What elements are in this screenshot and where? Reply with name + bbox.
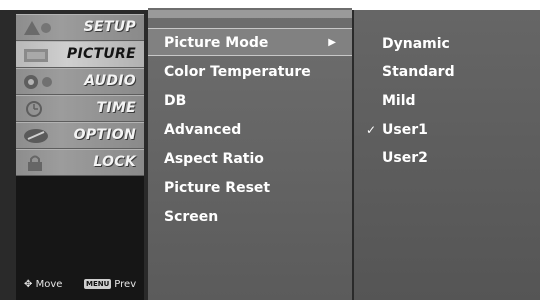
checkmark-icon: ✓ — [366, 123, 377, 137]
menu-picture-label: PICTURE — [66, 46, 136, 62]
submenu-item-advanced[interactable]: Advanced — [148, 116, 352, 144]
menu-option[interactable]: OPTION — [16, 122, 144, 149]
picture-mode-options: Dynamic Standard Mild ✓ User1 User2 — [354, 10, 540, 300]
submenu-item-label: Aspect Ratio — [164, 151, 264, 167]
submenu-item-label: Color Temperature — [164, 64, 311, 80]
move-icon: ✥ — [24, 279, 33, 290]
menu-option-label: OPTION — [73, 127, 136, 143]
submenu-item-color-temperature[interactable]: Color Temperature — [148, 58, 352, 86]
picture-icon — [24, 49, 48, 62]
clock-icon — [26, 101, 42, 117]
option-user1[interactable]: ✓ User1 — [354, 116, 540, 144]
submenu-item-picture-reset[interactable]: Picture Reset — [148, 174, 352, 202]
menu-audio[interactable]: AUDIO — [16, 68, 144, 95]
satellite-icon — [24, 21, 51, 35]
submenu-item-db[interactable]: DB — [148, 87, 352, 115]
submenu-top-bar — [148, 10, 352, 18]
prev-hint: MENU Prev — [84, 279, 136, 290]
option-label: User1 — [382, 122, 428, 138]
menu-time-label: TIME — [96, 100, 136, 116]
menu-time[interactable]: TIME — [16, 95, 144, 122]
submenu-item-picture-mode[interactable]: Picture Mode ▶ — [148, 28, 352, 56]
lock-icon — [28, 155, 42, 171]
submenu-item-screen[interactable]: Screen — [148, 203, 352, 231]
speaker-icon — [24, 75, 52, 89]
prev-label: Prev — [114, 279, 137, 290]
arrow-right-icon: ▶ — [328, 37, 336, 48]
submenu-item-label: Picture Mode — [164, 35, 269, 51]
menu-lock[interactable]: LOCK — [16, 149, 144, 176]
submenu-item-label: DB — [164, 93, 187, 109]
option-label: User2 — [382, 150, 428, 166]
submenu-item-label: Screen — [164, 209, 219, 225]
menu-setup[interactable]: SETUP — [16, 14, 144, 41]
submenu-item-label: Advanced — [164, 122, 242, 138]
navigation-hint: ✥ Move MENU Prev — [16, 278, 144, 294]
move-label: Move — [35, 279, 63, 290]
submenu-item-aspect-ratio[interactable]: Aspect Ratio — [148, 145, 352, 173]
option-standard[interactable]: Standard — [354, 58, 540, 86]
option-icon — [24, 129, 48, 143]
option-dynamic[interactable]: Dynamic — [354, 30, 540, 58]
menu-audio-label: AUDIO — [84, 73, 136, 89]
menu-setup-label: SETUP — [83, 19, 136, 35]
option-label: Mild — [382, 93, 416, 109]
submenu-item-label: Picture Reset — [164, 180, 271, 196]
menu-picture[interactable]: PICTURE — [16, 41, 144, 68]
picture-submenu: Picture Mode ▶ Color Temperature DB Adva… — [148, 8, 352, 300]
option-user2[interactable]: User2 — [354, 144, 540, 172]
option-label: Dynamic — [382, 36, 450, 52]
menu-key-icon: MENU — [84, 279, 112, 289]
main-menu-sidebar: SETUP PICTURE AUDIO TIME OPTION LOCK ✥ M… — [16, 14, 144, 300]
menu-lock-label: LOCK — [93, 154, 136, 170]
move-hint: ✥ Move — [24, 279, 62, 290]
option-label: Standard — [382, 64, 455, 80]
option-mild[interactable]: Mild — [354, 87, 540, 115]
